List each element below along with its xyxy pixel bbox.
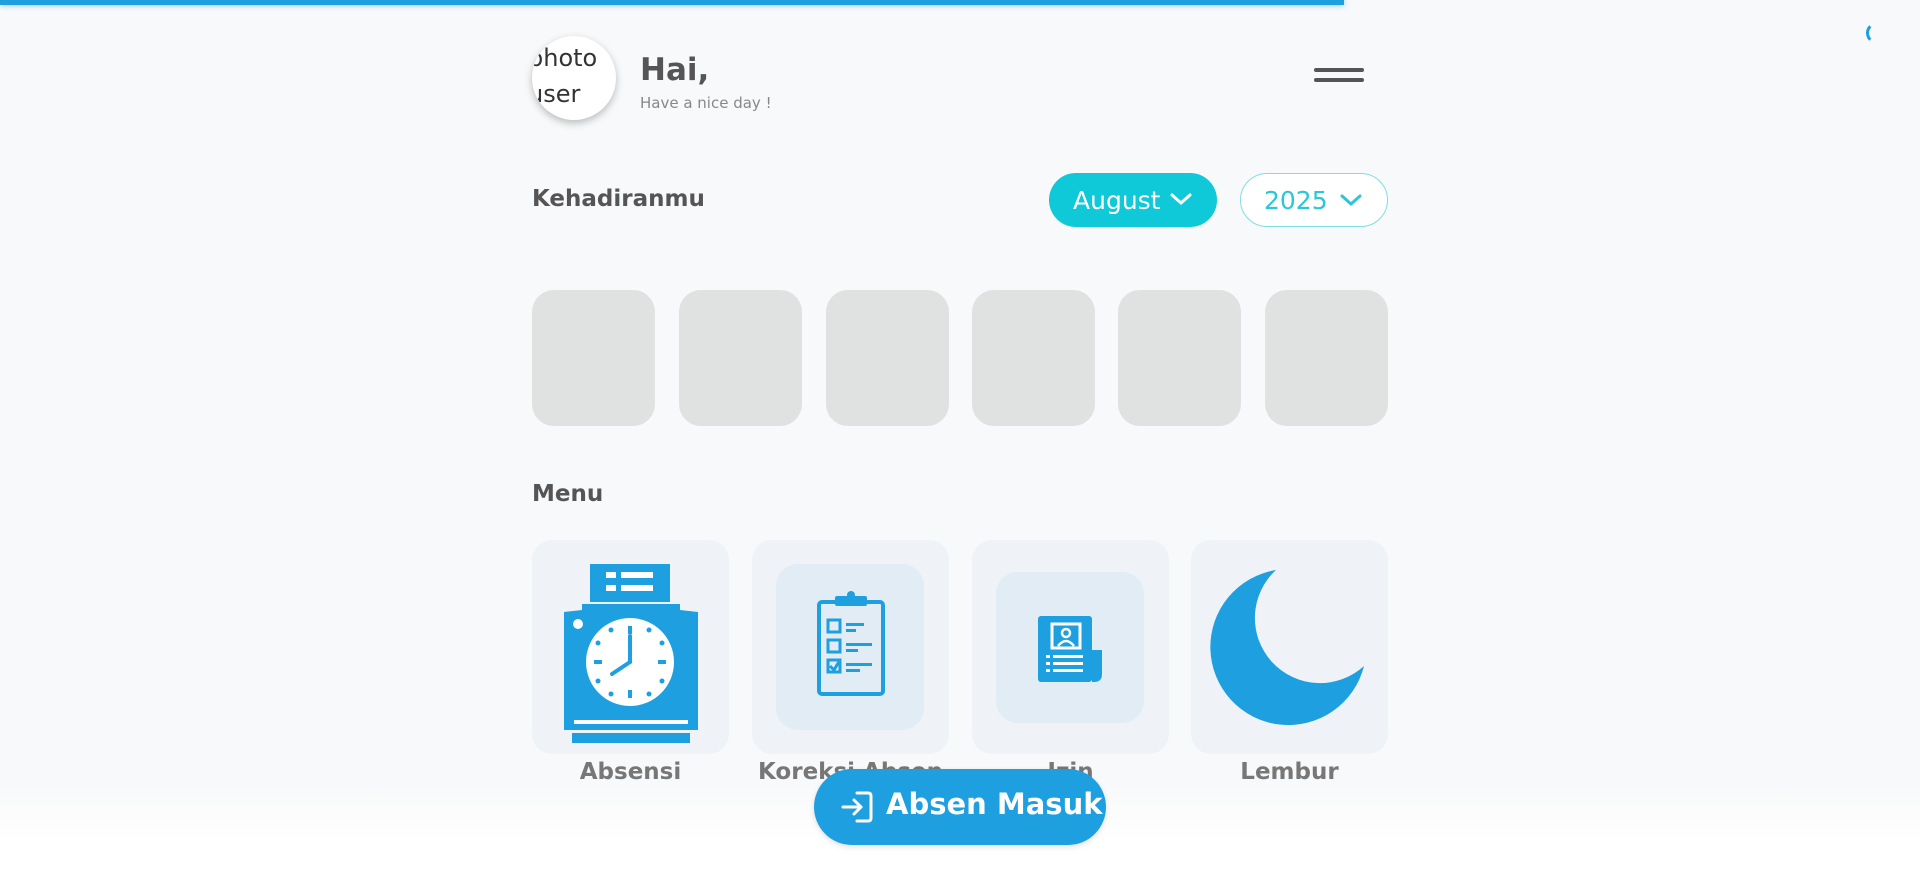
skeleton-card — [1265, 290, 1388, 426]
skeleton-card — [679, 290, 802, 426]
chevron-down-icon — [1170, 193, 1192, 205]
menu-item-absensi[interactable]: Absensi — [532, 540, 729, 785]
loading-spinner-icon — [1866, 22, 1888, 44]
moon-icon — [1210, 570, 1364, 726]
attendance-summary-skeletons — [532, 290, 1388, 426]
time-clock-icon — [564, 564, 698, 743]
absen-masuk-button[interactable]: Absen Masuk — [814, 769, 1106, 845]
month-select[interactable]: August — [1049, 173, 1217, 227]
greeting-subtitle: Have a nice day ! — [640, 94, 772, 112]
menu-item-koreksi-absen[interactable]: Koreksi Absen — [752, 540, 949, 785]
skeleton-card — [532, 290, 655, 426]
menu-item-izin[interactable]: Izin — [972, 540, 1169, 785]
year-select-value: 2025 — [1264, 185, 1328, 215]
month-select-value: August — [1073, 185, 1161, 215]
year-select[interactable]: 2025 — [1240, 173, 1388, 227]
chevron-down-icon — [1340, 194, 1362, 206]
skeleton-card — [1118, 290, 1241, 426]
absen-masuk-label: Absen Masuk — [886, 787, 1103, 821]
menu-card — [972, 540, 1169, 754]
checklist-clipboard-icon — [817, 591, 885, 696]
menu-card — [532, 540, 729, 754]
avatar[interactable]: photo user — [532, 36, 616, 120]
menu-card — [752, 540, 949, 754]
skeleton-card — [972, 290, 1095, 426]
greeting-title: Hai, — [640, 52, 710, 88]
menu-card — [1191, 540, 1388, 754]
menu-title: Menu — [532, 481, 604, 507]
avatar-alt-text: photo user — [532, 44, 598, 108]
menu-item-lembur[interactable]: Lembur — [1191, 540, 1388, 785]
menu-grid: Absensi Koreksi Lembur — [532, 540, 1388, 790]
id-document-icon — [1038, 616, 1102, 682]
page-load-progress-bar — [0, 0, 1344, 5]
hamburger-menu-icon[interactable] — [1312, 66, 1364, 90]
login-arrow-icon — [841, 791, 873, 823]
header: photo user Hai, Have a nice day ! — [532, 36, 1388, 122]
skeleton-card — [826, 290, 949, 426]
attendance-title: Kehadiranmu — [532, 186, 705, 212]
